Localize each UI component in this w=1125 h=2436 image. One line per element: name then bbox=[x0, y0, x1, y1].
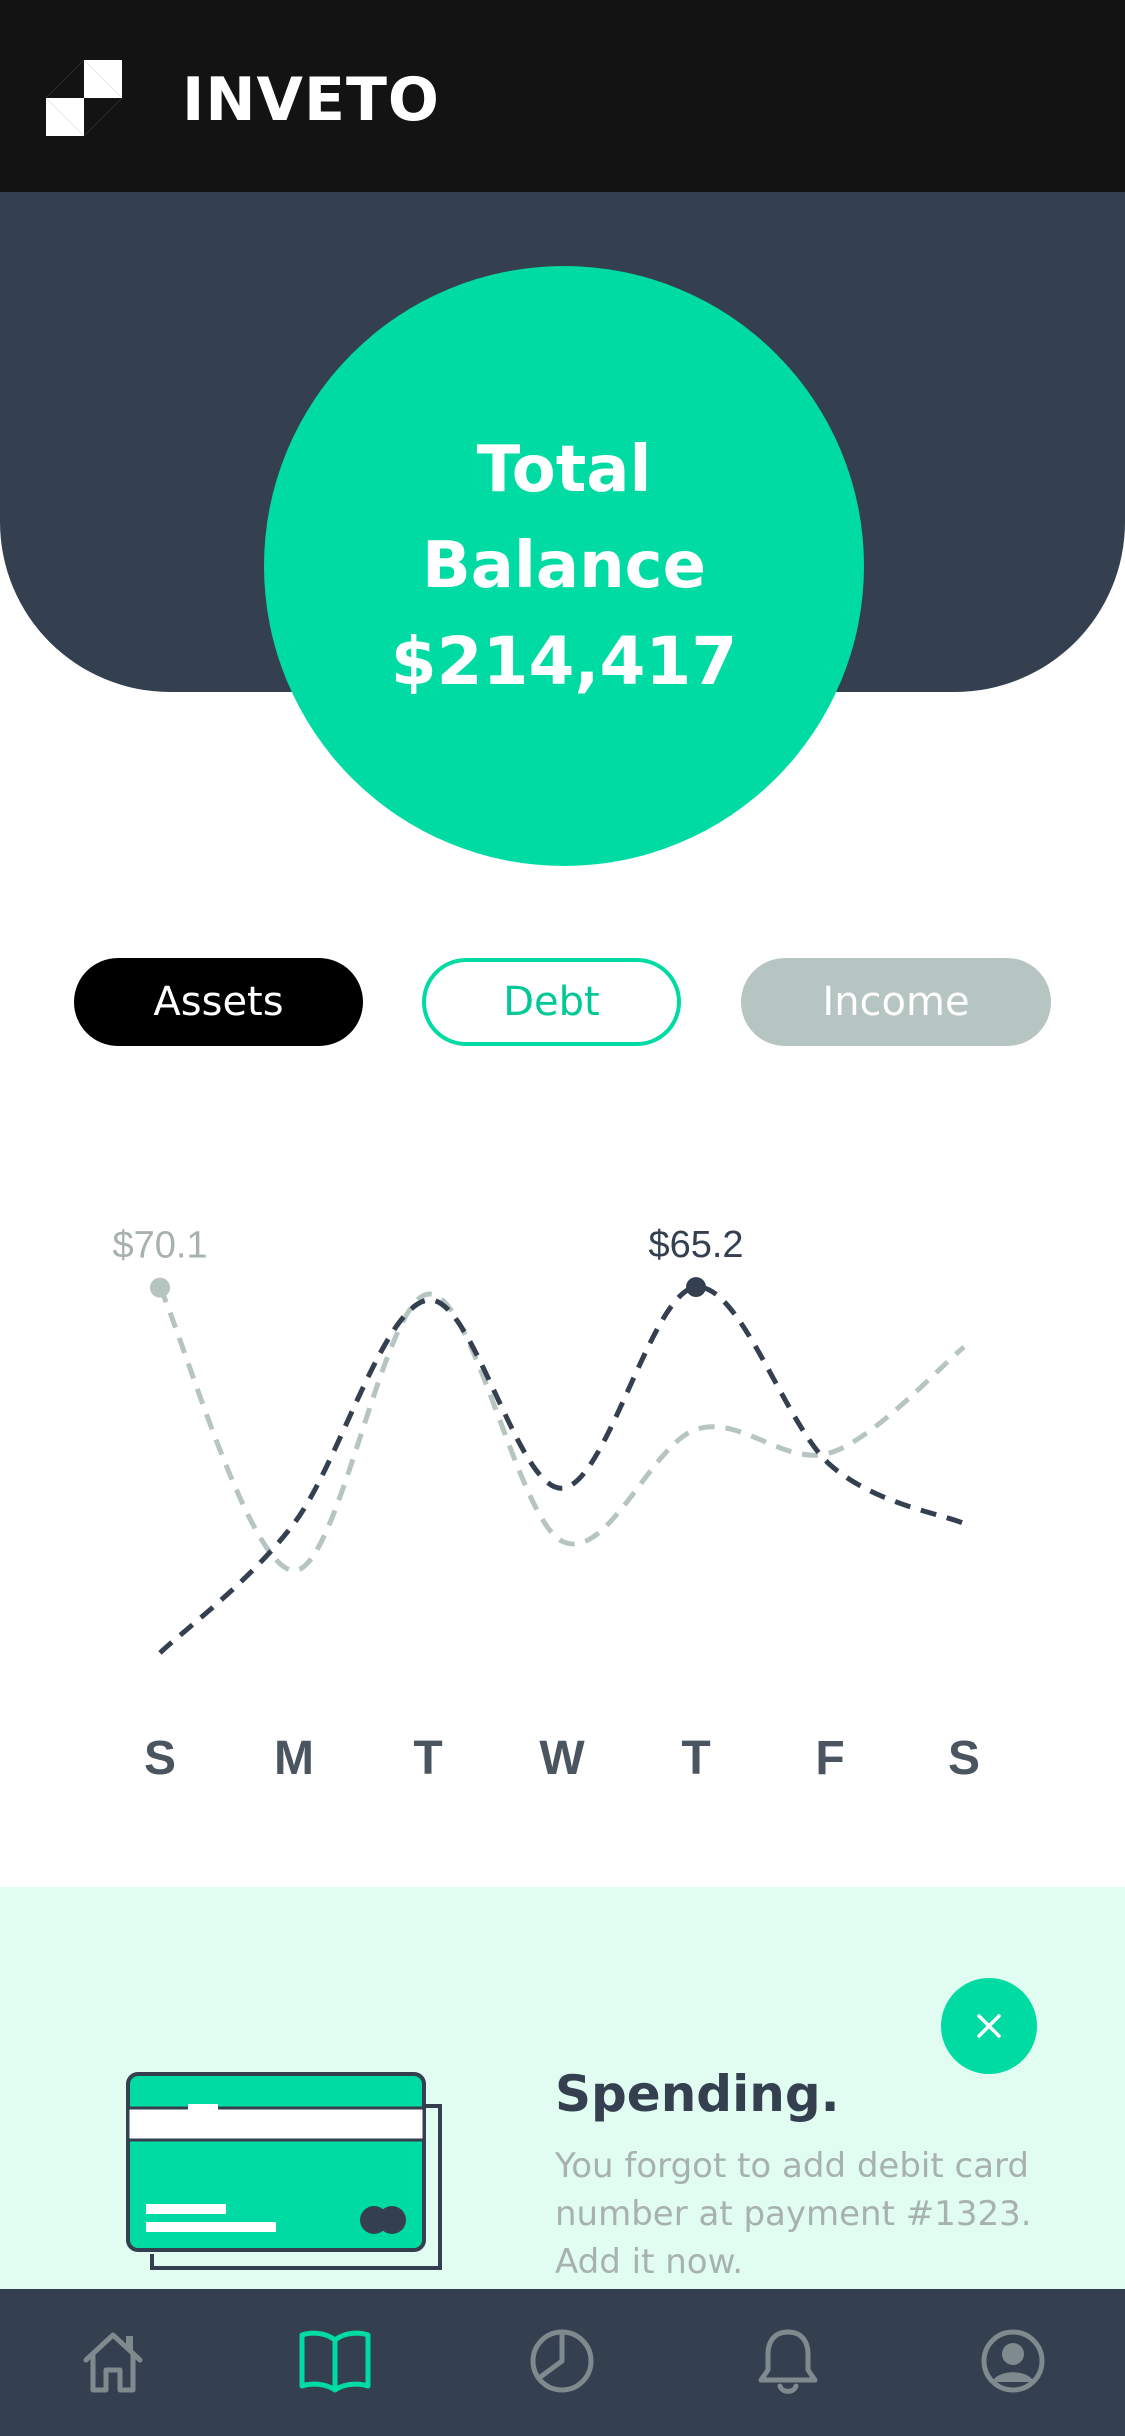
bottom-navigation bbox=[0, 2289, 1125, 2436]
nav-notifications[interactable] bbox=[738, 2311, 838, 2411]
debit-card-illustration bbox=[126, 2072, 442, 2270]
book-icon bbox=[299, 2330, 371, 2393]
balance-line-chart: $70.1 $65.2 S M T W T F S bbox=[112, 1224, 980, 1785]
bell-icon bbox=[758, 2329, 818, 2394]
pie-chart-icon bbox=[530, 2329, 594, 2393]
close-icon bbox=[977, 2014, 1001, 2038]
top-bar: INVETO bbox=[0, 0, 1125, 192]
tab-income[interactable]: Income bbox=[741, 958, 1051, 1046]
series-line-2 bbox=[157, 1286, 966, 1574]
data-label: $70.1 bbox=[112, 1225, 207, 1267]
app-title: INVETO bbox=[182, 65, 440, 135]
logo-icon bbox=[46, 60, 122, 136]
x-tick-label: W bbox=[539, 1732, 585, 1785]
x-tick-label: S bbox=[948, 1732, 980, 1785]
promo-text: You forgot to add debit card number at p… bbox=[555, 2146, 1032, 2282]
nav-book[interactable] bbox=[285, 2311, 385, 2411]
balance-value: $214,417 bbox=[390, 623, 738, 700]
x-tick-label: F bbox=[815, 1732, 844, 1785]
promo-title: Spending. bbox=[555, 2065, 840, 2123]
x-tick-label: M bbox=[274, 1732, 314, 1785]
tab-assets[interactable]: Assets bbox=[74, 958, 363, 1046]
nav-home[interactable] bbox=[63, 2311, 163, 2411]
data-point-marker bbox=[150, 1277, 170, 1298]
nav-stats[interactable] bbox=[512, 2311, 612, 2411]
x-tick-label: T bbox=[413, 1732, 442, 1785]
nav-profile[interactable] bbox=[963, 2311, 1063, 2411]
total-balance-circle: Total Balance $214,417 bbox=[264, 266, 864, 866]
balance-title: Total Balance bbox=[422, 433, 706, 603]
profile-icon bbox=[981, 2329, 1045, 2393]
series-line-1 bbox=[158, 1284, 966, 1655]
close-button[interactable] bbox=[941, 1978, 1037, 2074]
home-icon bbox=[83, 2332, 143, 2393]
x-tick-label: T bbox=[681, 1732, 710, 1785]
tab-debt[interactable]: Debt bbox=[422, 958, 681, 1046]
data-label: $65.2 bbox=[648, 1224, 743, 1266]
data-point-marker bbox=[686, 1277, 706, 1298]
x-tick-label: S bbox=[144, 1732, 176, 1785]
